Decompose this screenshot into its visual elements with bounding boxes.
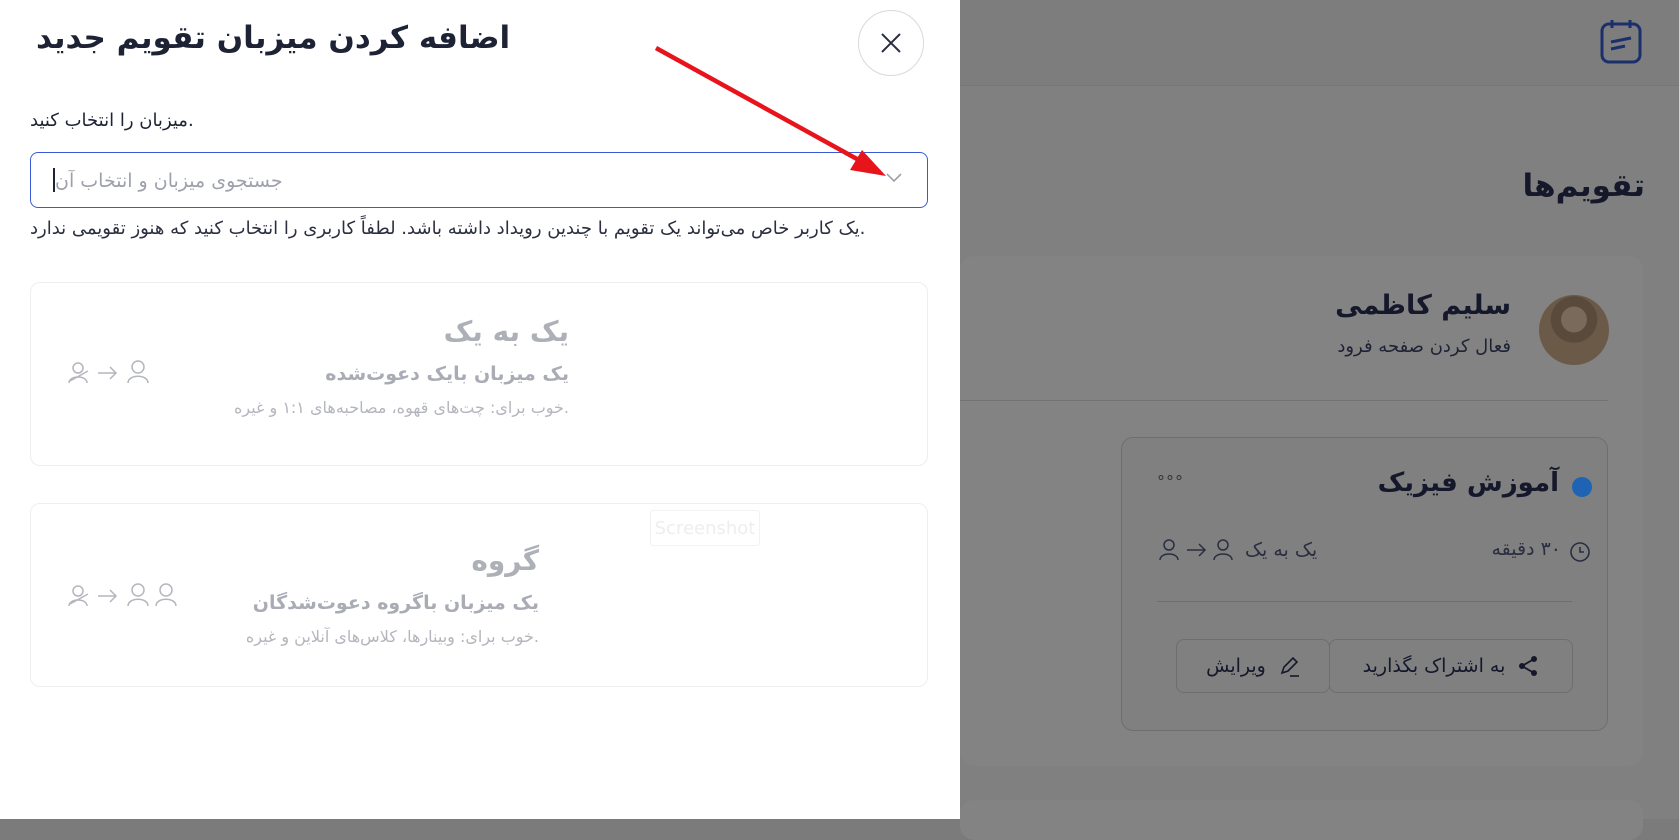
- host-field-label: .میزبان را انتخاب کنید: [30, 110, 194, 131]
- chevron-down-icon[interactable]: [884, 167, 904, 187]
- clock-icon: [1570, 542, 1590, 562]
- event-title: آموزش فیزیک: [1377, 468, 1559, 498]
- helper-text: .یک کاربر خاص می‌تواند یک تقویم با چندین…: [30, 218, 866, 239]
- divider: [960, 400, 1608, 401]
- option-one-to-one[interactable]: یک به یک یک میزبان بایک دعوت‌شده .خوب بر…: [30, 282, 928, 466]
- event-type: یک به یک: [1157, 538, 1317, 562]
- option-note: .خوب برای: چت‌های قهوه، مصاحبه‌های ۱:۱ و…: [234, 398, 569, 417]
- add-host-drawer: اضافه کردن میزبان تقویم جدید .میزبان را …: [0, 0, 960, 819]
- event-color-dot: [1572, 477, 1592, 497]
- page-title: تقویم‌ها: [1522, 168, 1645, 204]
- calendar-card-next: [960, 800, 1643, 840]
- user-name: سلیم کاظمی: [1335, 290, 1511, 321]
- host-to-group-icon: [68, 583, 177, 607]
- divider: [1157, 601, 1572, 602]
- share-button[interactable]: به اشتراک بگذارید: [1329, 639, 1573, 693]
- close-button[interactable]: [858, 10, 924, 76]
- event-type-label: یک به یک: [1245, 539, 1318, 561]
- event-duration: ۳۰ دقیقه: [1491, 538, 1561, 560]
- edit-button-label: ویرایش: [1206, 655, 1266, 677]
- calendar-logo-icon[interactable]: [1597, 18, 1645, 66]
- more-options-icon[interactable]: °°°: [1157, 472, 1184, 491]
- landing-page-toggle-label[interactable]: فعال کردن صفحه فرود: [1337, 336, 1511, 357]
- option-subtitle: یک میزبان بایک دعوت‌شده: [325, 363, 569, 385]
- option-title: یک به یک: [443, 315, 569, 348]
- option-note: .خوب برای: وبینارها، کلاس‌های آنلاین و غ…: [245, 627, 539, 646]
- share-button-label: به اشتراک بگذارید: [1362, 655, 1506, 677]
- host-to-invitee-icon: [68, 360, 149, 384]
- option-group[interactable]: گروه یک میزبان باگروه دعوت‌شدگان .خوب بر…: [30, 503, 928, 687]
- avatar: [1539, 295, 1609, 365]
- host-select[interactable]: [30, 152, 928, 208]
- group-icon: [66, 582, 184, 610]
- option-subtitle: یک میزبان باگروه دعوت‌شدگان: [252, 592, 539, 614]
- drawer-title: اضافه کردن میزبان تقویم جدید: [36, 20, 511, 56]
- close-icon: [881, 33, 901, 53]
- host-search-input[interactable]: [53, 165, 857, 197]
- one-to-one-icon: [1159, 539, 1233, 561]
- pencil-icon: [1280, 656, 1299, 677]
- option-title: گروه: [471, 544, 539, 577]
- one-to-one-icon: [66, 359, 156, 387]
- edit-button[interactable]: ویرایش: [1176, 639, 1330, 693]
- share-icon: [1519, 656, 1538, 676]
- screenshot-watermark: Screenshot: [650, 510, 760, 546]
- top-bar: [960, 0, 1679, 86]
